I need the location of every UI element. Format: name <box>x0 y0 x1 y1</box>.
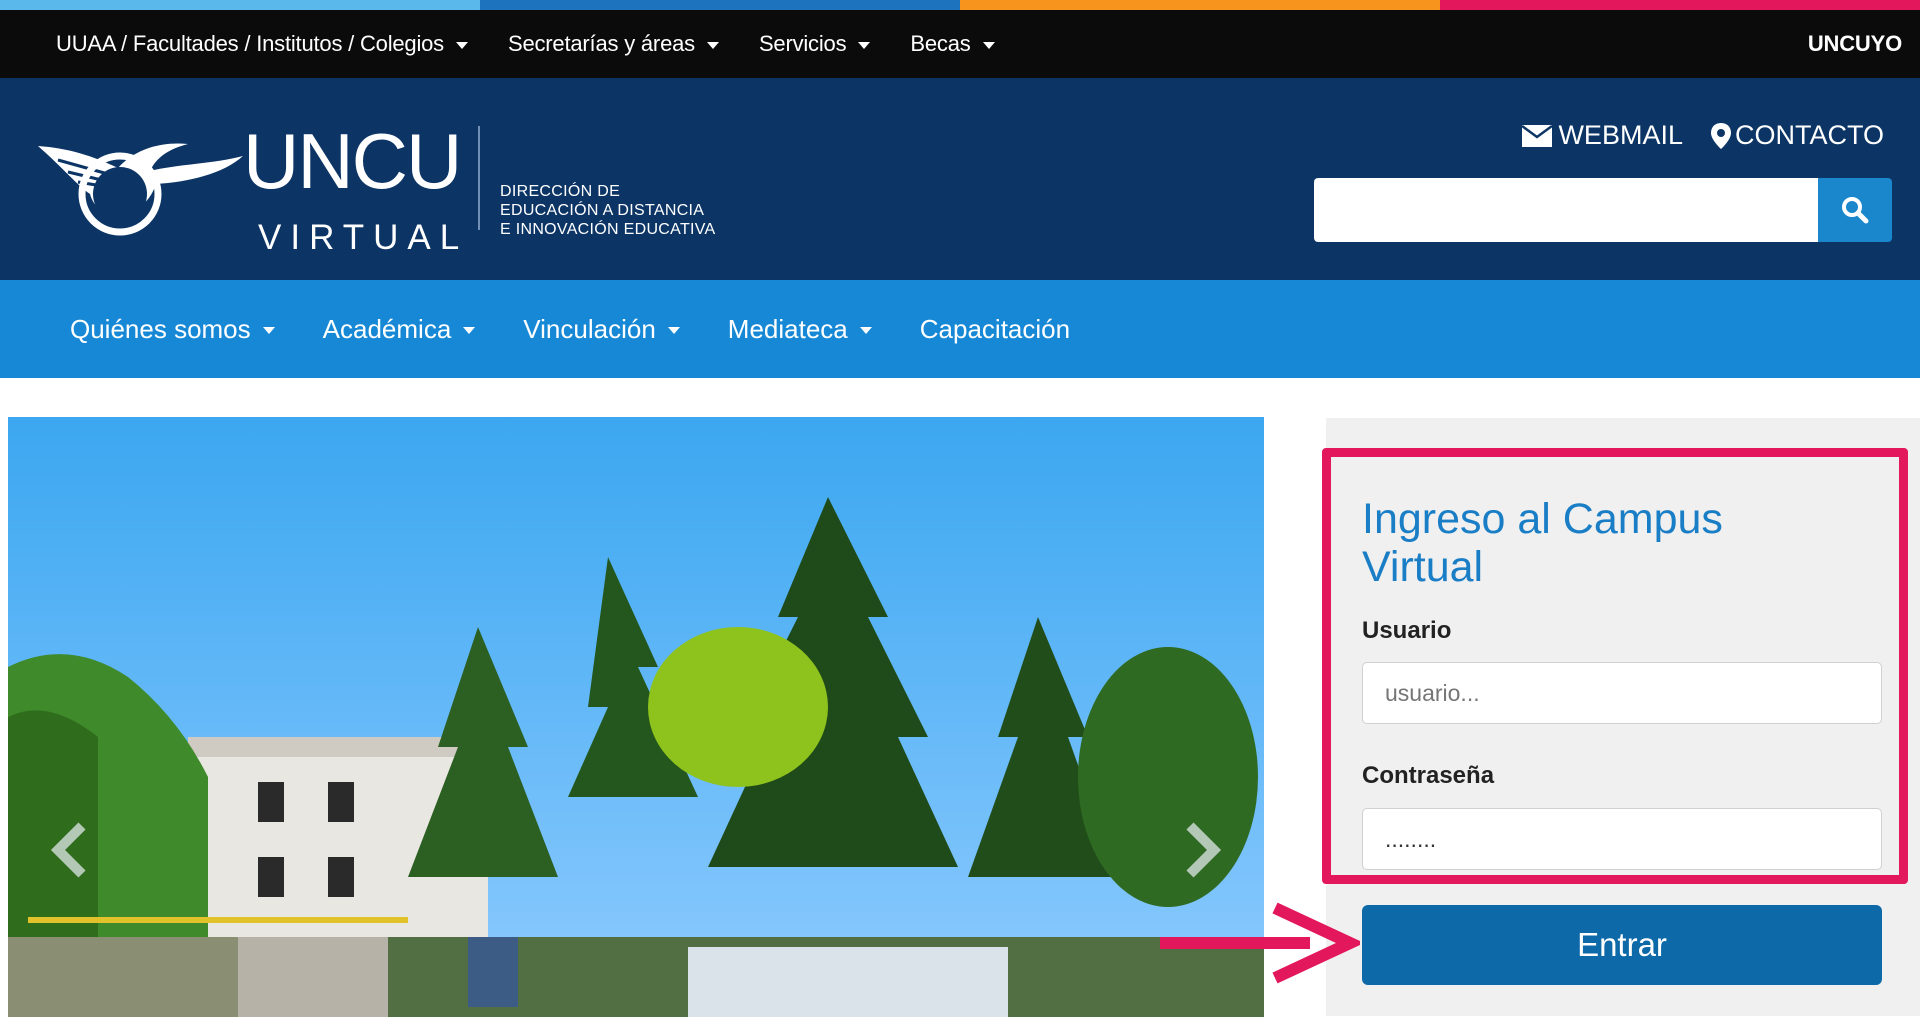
top-nav-item-secretarias[interactable]: Secretarías y áreas <box>508 31 719 57</box>
condor-logo-icon <box>38 143 243 236</box>
department-line: Dirección de <box>500 183 621 200</box>
username-input[interactable] <box>1362 662 1882 724</box>
top-nav-label: Secretarías y áreas <box>507 31 695 56</box>
caret-down-icon <box>455 42 468 49</box>
main-nav: Quiénes somos Académica Vinculación Medi… <box>0 280 1920 378</box>
contacto-label: CONTACTO <box>1734 120 1884 150</box>
password-input[interactable] <box>1362 808 1882 870</box>
top-bar: UUAA / Facultades / Institutos / Colegio… <box>0 10 1920 78</box>
caret-down-icon <box>859 327 872 334</box>
nav-item-academica[interactable]: Académica <box>323 314 476 345</box>
site-header: UNCU VIRTUAL Dirección de Educación a Di… <box>0 78 1920 280</box>
search-icon <box>1842 197 1869 224</box>
chevron-left-icon <box>50 822 86 878</box>
nav-label: Capacitación <box>919 313 1071 344</box>
search-bar <box>1314 178 1892 242</box>
image-carousel <box>8 417 1264 1017</box>
caret-down-icon <box>706 42 719 49</box>
site-logo[interactable]: UNCU VIRTUAL Dirección de Educación a Di… <box>38 116 798 266</box>
top-nav-item-uuaa[interactable]: UUAA / Facultades / Institutos / Colegio… <box>56 31 468 57</box>
password-label: Contraseña <box>1362 762 1495 789</box>
nav-label: Quiénes somos <box>70 313 251 344</box>
nav-label: Mediateca <box>727 313 848 344</box>
top-nav-item-servicios[interactable]: Servicios <box>758 31 871 57</box>
color-bar-segment <box>0 0 480 10</box>
carousel-prev-button[interactable] <box>48 820 92 891</box>
caret-down-icon <box>463 327 476 334</box>
caret-down-icon <box>982 42 995 49</box>
color-bar-segment <box>1440 0 1920 10</box>
color-bar-segment <box>960 0 1440 10</box>
caret-down-icon <box>858 42 871 49</box>
map-marker-icon <box>1710 122 1731 149</box>
department-line: Educación a Distancia <box>500 202 705 219</box>
top-nav-label: Becas <box>910 31 971 56</box>
search-input[interactable] <box>1314 178 1818 242</box>
username-label: Usuario <box>1362 617 1452 644</box>
logo-virtual-text: VIRTUAL <box>258 218 469 257</box>
entrar-button[interactable]: Entrar <box>1362 905 1882 985</box>
nav-item-quienes-somos[interactable]: Quiénes somos <box>70 314 275 345</box>
top-nav-item-becas[interactable]: Becas <box>910 31 995 57</box>
top-nav-label: Servicios <box>758 31 847 56</box>
department-line: e Innovación Educativa <box>500 221 716 238</box>
search-button[interactable] <box>1818 178 1892 242</box>
caret-down-icon <box>667 327 680 334</box>
login-title: Ingreso al Campus Virtual <box>1362 495 1723 591</box>
logo-uncu-text: UNCU <box>243 117 462 205</box>
webmail-link[interactable]: WEBMAIL <box>1522 120 1683 151</box>
header-links: WEBMAIL CONTACTO <box>1494 120 1884 151</box>
nav-label: Académica <box>322 313 452 344</box>
top-nav-label: UUAA / Facultades / Institutos / Colegio… <box>56 31 444 56</box>
nav-item-vinculacion[interactable]: Vinculación <box>523 314 680 345</box>
nav-label: Vinculación <box>523 313 656 344</box>
color-bar <box>0 0 1920 10</box>
nav-item-capacitacion[interactable]: Capacitación <box>920 314 1070 345</box>
caret-down-icon <box>262 327 275 334</box>
uncuyo-link[interactable]: UNCUYO <box>1808 10 1902 78</box>
envelope-icon <box>1522 124 1553 147</box>
department-name: Dirección de Educación a Distancia e Inn… <box>500 182 716 239</box>
carousel-next-button[interactable] <box>1180 820 1224 891</box>
webmail-label: WEBMAIL <box>1558 120 1683 150</box>
nav-item-mediateca[interactable]: Mediateca <box>728 314 872 345</box>
top-nav: UUAA / Facultades / Institutos / Colegio… <box>56 31 1035 57</box>
campus-photo <box>8 417 1264 1017</box>
contacto-link[interactable]: CONTACTO <box>1710 120 1884 151</box>
color-bar-segment <box>480 0 960 10</box>
logo-divider <box>478 126 480 230</box>
chevron-right-icon <box>1186 822 1222 878</box>
highlight-arrow-icon <box>1160 902 1360 984</box>
